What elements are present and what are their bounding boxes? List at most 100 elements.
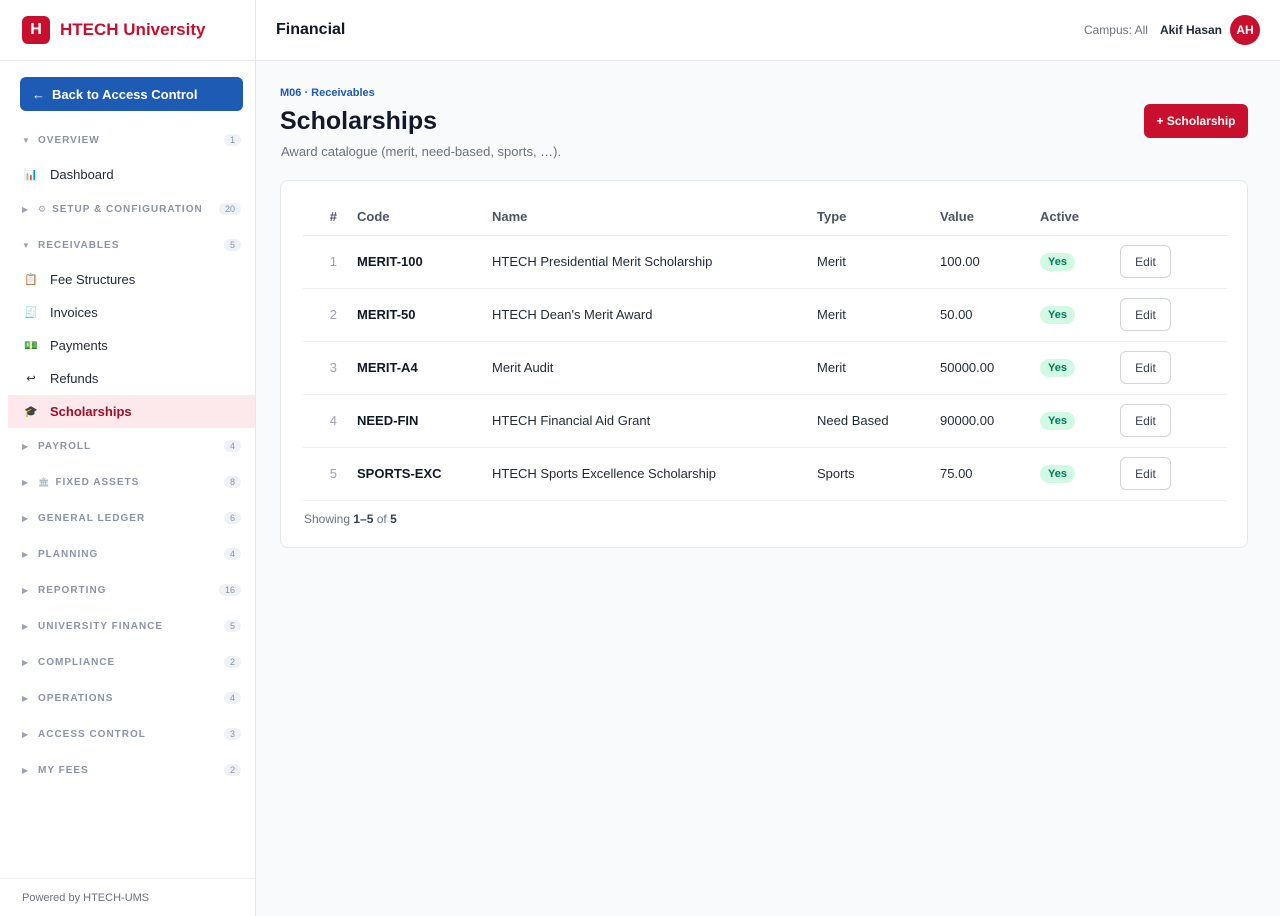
actions-cell: Edit — [1120, 235, 1227, 289]
nav-group-label: OVERVIEW — [38, 134, 100, 146]
scholarship-code: MERIT-50 — [357, 288, 492, 342]
breadcrumb[interactable]: M06 · Receivables — [280, 87, 375, 99]
sidebar-item-dashboard[interactable]: 📊 Dashboard — [0, 158, 255, 191]
nav-group-count-badge: 3 — [223, 728, 241, 740]
edit-button[interactable]: Edit — [1120, 245, 1171, 278]
scholarship-type: Merit — [817, 235, 940, 289]
nav-group-receivables[interactable]: ▼ RECEIVABLES 5 — [0, 227, 255, 263]
edit-button[interactable]: Edit — [1120, 298, 1171, 331]
column-header-type[interactable]: Type — [817, 199, 940, 236]
table-header-row: # Code Name Type Value Active — [303, 199, 1227, 236]
sidebar-item-label: Refunds — [50, 371, 99, 386]
scholarship-value: 90000.00 — [940, 394, 1040, 448]
column-header-value[interactable]: Value — [940, 199, 1040, 236]
money-icon: 💵 — [24, 340, 38, 352]
scholarship-type: Merit — [817, 341, 940, 395]
scholarship-value: 100.00 — [940, 235, 1040, 289]
brand-logo: H — [22, 16, 50, 44]
caret-right-icon: ▶ — [22, 585, 29, 595]
edit-button[interactable]: Edit — [1120, 404, 1171, 437]
pagination-summary: Showing 1–5 of 5 — [304, 512, 397, 526]
nav-group-label: SETUP & CONFIGURATION — [52, 203, 203, 215]
sidebar-item-payments[interactable]: 💵 Payments — [0, 329, 255, 362]
nav-group-university-finance[interactable]: ▶ UNIVERSITY FINANCE 5 — [0, 608, 255, 644]
caret-right-icon: ▶ — [22, 549, 29, 559]
row-number: 1 — [303, 235, 357, 289]
nav-group-label: MY FEES — [38, 764, 89, 776]
scholarships-table: # Code Name Type Value Active 1 MERIT-100… — [303, 199, 1227, 501]
caret-right-icon: ▶ — [22, 729, 29, 739]
showing-total: 5 — [390, 512, 397, 526]
brand: H HTECH University — [0, 0, 255, 61]
nav-group-payroll[interactable]: ▶ PAYROLL 4 — [0, 428, 255, 464]
active-cell: Yes — [1040, 288, 1120, 342]
sidebar-item-label: Invoices — [50, 305, 98, 320]
column-header-code[interactable]: Code — [357, 199, 492, 236]
add-scholarship-button[interactable]: + Scholarship — [1144, 104, 1248, 138]
nav-group-access-control[interactable]: ▶ ACCESS CONTROL 3 — [0, 716, 255, 752]
edit-button[interactable]: Edit — [1120, 457, 1171, 490]
column-header-active[interactable]: Active — [1040, 199, 1120, 236]
nav-group-my-fees[interactable]: ▶ MY FEES 2 — [0, 752, 255, 788]
nav-group-overview[interactable]: ▼ OVERVIEW 1 — [0, 122, 255, 158]
edit-button[interactable]: Edit — [1120, 351, 1171, 384]
sidebar-item-invoices[interactable]: 🧾 Invoices — [0, 296, 255, 329]
scholarship-code: NEED-FIN — [357, 394, 492, 448]
nav-group-count-badge: 4 — [223, 692, 241, 704]
nav-group-planning[interactable]: ▶ PLANNING 4 — [0, 536, 255, 572]
showing-prefix: Showing — [304, 512, 351, 526]
nav-group-label: FIXED ASSETS — [55, 476, 140, 488]
brand-name[interactable]: HTECH University — [60, 20, 205, 40]
page-title: Scholarships — [280, 107, 437, 135]
column-header-name[interactable]: Name — [492, 199, 817, 236]
actions-cell: Edit — [1120, 288, 1227, 342]
nav-group-setup-and-configuration[interactable]: ▶ ⚙ SETUP & CONFIGURATION 20 — [0, 191, 255, 227]
nav-group-label: GENERAL LEDGER — [38, 512, 146, 524]
active-cell: Yes — [1040, 341, 1120, 395]
sidebar-item-label: Fee Structures — [50, 272, 136, 287]
status-badge: Yes — [1040, 358, 1075, 377]
scholarship-name: HTECH Presidential Merit Scholarship — [492, 235, 817, 289]
caret-right-icon: ▶ — [22, 693, 29, 703]
sidebar-item-refunds[interactable]: ↩ Refunds — [0, 362, 255, 395]
scholarship-type: Sports — [817, 447, 940, 501]
group-icon: ⚙ — [38, 203, 47, 214]
row-number: 5 — [303, 447, 357, 501]
caret-right-icon: ▶ — [22, 441, 29, 451]
table-row: 1 MERIT-100 HTECH Presidential Merit Schol… — [303, 235, 1227, 289]
caret-down-icon: ▼ — [22, 240, 30, 250]
caret-right-icon: ▶ — [22, 657, 29, 667]
avatar[interactable]: AH — [1230, 15, 1260, 45]
nav-group-label: PLANNING — [38, 548, 99, 560]
page-subtitle: Award catalogue (merit, need-based, spor… — [281, 144, 562, 159]
nav-group-count-badge: 16 — [218, 584, 241, 596]
back-to-access-control-button[interactable]: ← Back to Access Control — [20, 77, 243, 111]
caret-right-icon: ▶ — [22, 477, 29, 487]
arrow-left-icon: ← — [32, 86, 45, 102]
row-number: 2 — [303, 288, 357, 342]
scholarship-value: 50000.00 — [940, 341, 1040, 395]
table-row: 2 MERIT-50 HTECH Dean's Merit Award Merit 50… — [303, 288, 1227, 342]
nav-group-label: PAYROLL — [38, 440, 92, 452]
user-name[interactable]: Akif Hasan — [1160, 23, 1222, 37]
sidebar-item-label: Payments — [50, 338, 108, 353]
status-badge: Yes — [1040, 252, 1075, 271]
nav-group-reporting[interactable]: ▶ REPORTING 16 — [0, 572, 255, 608]
nav-group-count-badge: 20 — [218, 203, 241, 215]
nav-group-label: COMPLIANCE — [38, 656, 116, 668]
campus-selector[interactable]: Campus: All — [1084, 23, 1148, 37]
caret-right-icon: ▶ — [22, 621, 29, 631]
sidebar-item-scholarships[interactable]: 🎓 Scholarships — [8, 395, 255, 428]
nav-group-count-badge: 6 — [223, 512, 241, 524]
nav-group-operations[interactable]: ▶ OPERATIONS 4 — [0, 680, 255, 716]
nav-group-compliance[interactable]: ▶ COMPLIANCE 2 — [0, 644, 255, 680]
scholarship-name: Merit Audit — [492, 341, 817, 395]
chart-icon: 📊 — [24, 169, 38, 181]
caret-right-icon: ▶ — [22, 765, 29, 775]
actions-cell: Edit — [1120, 447, 1227, 501]
nav-group-count-badge: 8 — [223, 476, 241, 488]
scholarship-code: MERIT-A4 — [357, 341, 492, 395]
nav-group-fixed-assets[interactable]: ▶ 🏛 FIXED ASSETS 8 — [0, 464, 255, 500]
sidebar-item-fee-structures[interactable]: 📋 Fee Structures — [0, 263, 255, 296]
nav-group-general-ledger[interactable]: ▶ GENERAL LEDGER 6 — [0, 500, 255, 536]
